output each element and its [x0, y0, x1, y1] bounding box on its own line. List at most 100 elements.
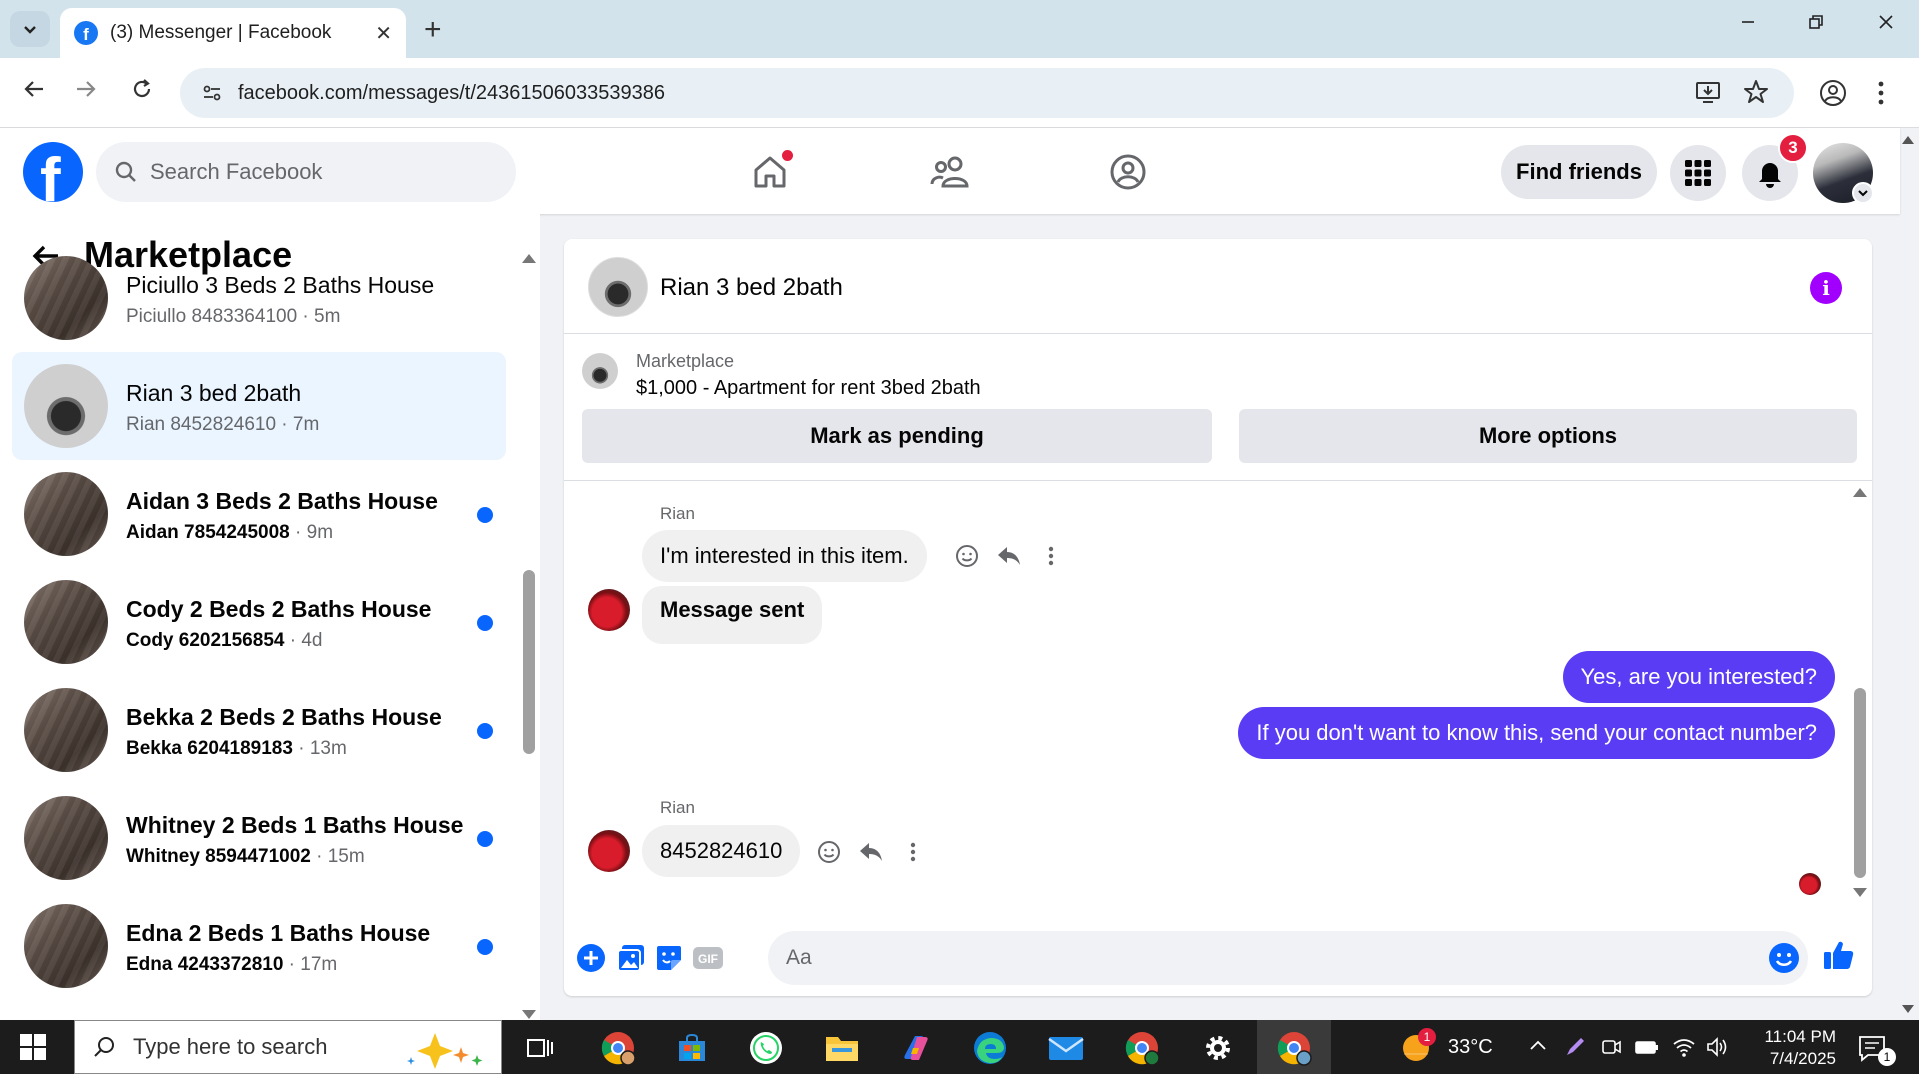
conversation-item[interactable]: Whitney 2 Beds 1 Baths House Whitney 859… [12, 784, 506, 892]
thread-scroll-down-arrow[interactable] [1853, 888, 1867, 897]
gif-icon[interactable]: GIF [688, 941, 728, 975]
page-scroll-down-arrow[interactable] [1902, 1005, 1914, 1013]
close-icon [1879, 15, 1893, 29]
conversation-info-icon[interactable]: i [1810, 272, 1842, 304]
taskbar-search-box[interactable]: Type here to search [74, 1020, 502, 1074]
chat-header: Rian 3 bed 2bath i [564, 239, 1872, 334]
browser-tab-bar: f (3) Messenger | Facebook ✕ + [0, 0, 1919, 58]
volume-icon[interactable] [1706, 1036, 1730, 1063]
outgoing-message-bubble[interactable]: If you don't want to know this, send you… [1238, 707, 1835, 759]
conversation-item-active[interactable]: Rian 3 bed 2bath Rian 8452824610 · 7m [12, 352, 506, 460]
conversation-item[interactable]: Bekka 2 Beds 2 Baths House Bekka 6204189… [12, 676, 506, 784]
file-explorer-icon[interactable] [824, 1030, 860, 1066]
copilot-app-icon[interactable] [898, 1030, 934, 1066]
page-scroll-up-arrow[interactable] [1902, 136, 1914, 144]
more-vertical-icon[interactable] [1038, 543, 1064, 569]
bookmark-star-icon[interactable] [1742, 78, 1770, 111]
sticker-icon[interactable] [652, 941, 686, 975]
thread-scrollbar-thumb[interactable] [1854, 688, 1866, 878]
thread-scroll-up-arrow[interactable] [1853, 488, 1867, 497]
nav-friends[interactable] [926, 148, 974, 196]
reply-icon[interactable] [858, 839, 884, 865]
conversation-item[interactable]: Edna 2 Beds 1 Baths House Edna 424337281… [12, 892, 506, 1000]
address-bar[interactable]: facebook.com/messages/t/2436150603353938… [180, 68, 1794, 118]
incoming-message-bubble[interactable]: I'm interested in this item. [642, 530, 927, 582]
mail-app-icon[interactable] [1048, 1030, 1084, 1066]
notification-count-badge: 3 [1778, 133, 1808, 163]
scroll-up-arrow[interactable] [522, 254, 536, 263]
new-tab-button[interactable]: + [424, 13, 442, 47]
mark-as-pending-button[interactable]: Mark as pending [582, 409, 1212, 463]
browser-tab-messenger[interactable]: f (3) Messenger | Facebook ✕ [60, 8, 406, 58]
minimize-window-button[interactable] [1728, 10, 1768, 36]
system-message-bubble[interactable]: Message sent [642, 586, 823, 644]
listing-thumbnail[interactable] [582, 353, 618, 389]
conversation-item[interactable]: Aidan 3 Beds 2 Baths House Aidan 7854245… [12, 460, 506, 568]
device-meet-icon[interactable] [1600, 1036, 1622, 1063]
sender-avatar[interactable] [588, 830, 630, 872]
chrome-active-app-icon[interactable] [1276, 1030, 1312, 1066]
nav-home[interactable] [746, 148, 794, 196]
photo-icon[interactable] [614, 941, 648, 975]
battery-icon[interactable] [1634, 1036, 1660, 1063]
chrome-app-icon[interactable] [1124, 1030, 1160, 1066]
scrollbar-thumb[interactable] [523, 570, 535, 754]
browser-menu-icon[interactable] [1876, 78, 1886, 113]
restore-window-button[interactable] [1796, 10, 1836, 36]
tab-title: (3) Messenger | Facebook [110, 22, 332, 43]
conversation-avatar [24, 688, 108, 772]
tab-close-icon[interactable]: ✕ [375, 21, 392, 46]
facebook-logo[interactable]: f [23, 142, 83, 202]
nav-groups[interactable] [1104, 148, 1152, 196]
conversation-name: Aidan 3 Beds 2 Baths House [126, 488, 438, 514]
conversation-name: Piciullo 3 Beds 2 Baths House [126, 272, 435, 298]
close-window-button[interactable] [1866, 10, 1906, 36]
pen-icon[interactable] [1564, 1036, 1586, 1063]
conversation-item[interactable]: Piciullo 3 Beds 2 Baths House Piciullo 8… [12, 244, 506, 352]
chrome-profile-app-icon[interactable] [600, 1030, 636, 1066]
install-app-icon[interactable] [1694, 78, 1722, 111]
settings-gear-icon[interactable] [1200, 1030, 1236, 1066]
tab-search-dropdown[interactable] [10, 11, 50, 47]
message-thread: Rian I'm interested in this item. Messag… [564, 482, 1872, 912]
scroll-down-arrow[interactable] [522, 1010, 536, 1019]
react-smiley-icon[interactable] [816, 839, 842, 865]
more-vertical-icon[interactable] [900, 839, 926, 865]
react-smiley-icon[interactable] [954, 543, 980, 569]
sender-avatar[interactable] [588, 589, 630, 631]
wifi-icon[interactable] [1672, 1036, 1696, 1063]
show-hidden-icons-chevron-up-icon[interactable] [1528, 1036, 1548, 1061]
add-attachment-icon[interactable] [574, 941, 608, 975]
taskbar-clock[interactable]: 11:04 PM 7/4/2025 [1748, 1026, 1836, 1070]
more-options-button[interactable]: More options [1239, 409, 1857, 463]
windows-start-icon[interactable] [20, 1034, 46, 1060]
incoming-message-bubble[interactable]: 8452824610 [642, 825, 801, 877]
account-chevron-down-icon[interactable] [1852, 182, 1874, 204]
forward-button[interactable] [68, 76, 104, 107]
chevron-down-icon [24, 26, 36, 34]
profile-account-icon[interactable] [1818, 78, 1848, 113]
chat-contact-name[interactable]: Rian 3 bed 2bath [660, 274, 843, 302]
facebook-search-input[interactable]: Search Facebook [96, 142, 516, 202]
edge-browser-icon[interactable] [972, 1030, 1008, 1066]
weather-widget[interactable]: 1 33°C [1398, 1028, 1493, 1064]
reply-icon[interactable] [996, 543, 1022, 569]
unread-dot [477, 939, 493, 955]
conversation-list-scrollbar[interactable] [522, 254, 536, 1020]
microsoft-store-icon[interactable] [674, 1030, 710, 1066]
outgoing-message-bubble[interactable]: Yes, are you interested? [1562, 651, 1835, 703]
reload-button[interactable] [124, 76, 160, 107]
task-view-icon[interactable] [522, 1030, 558, 1066]
listing-title[interactable]: $1,000 - Apartment for rent 3bed 2bath [636, 377, 981, 400]
find-friends-button[interactable]: Find friends [1501, 145, 1657, 199]
whatsapp-icon[interactable] [748, 1030, 784, 1066]
conversation-item[interactable]: Cody 2 Beds 2 Baths House Cody 620215685… [12, 568, 506, 676]
thumbs-up-like-icon[interactable] [1822, 938, 1856, 972]
message-input[interactable]: Aa [768, 931, 1808, 985]
site-settings-icon[interactable] [200, 81, 224, 105]
chat-contact-avatar[interactable] [588, 257, 648, 317]
menu-button[interactable] [1670, 145, 1726, 201]
back-button[interactable] [16, 76, 52, 107]
notification-center-icon[interactable]: 1 [1858, 1034, 1896, 1069]
emoji-icon[interactable] [1768, 942, 1800, 979]
